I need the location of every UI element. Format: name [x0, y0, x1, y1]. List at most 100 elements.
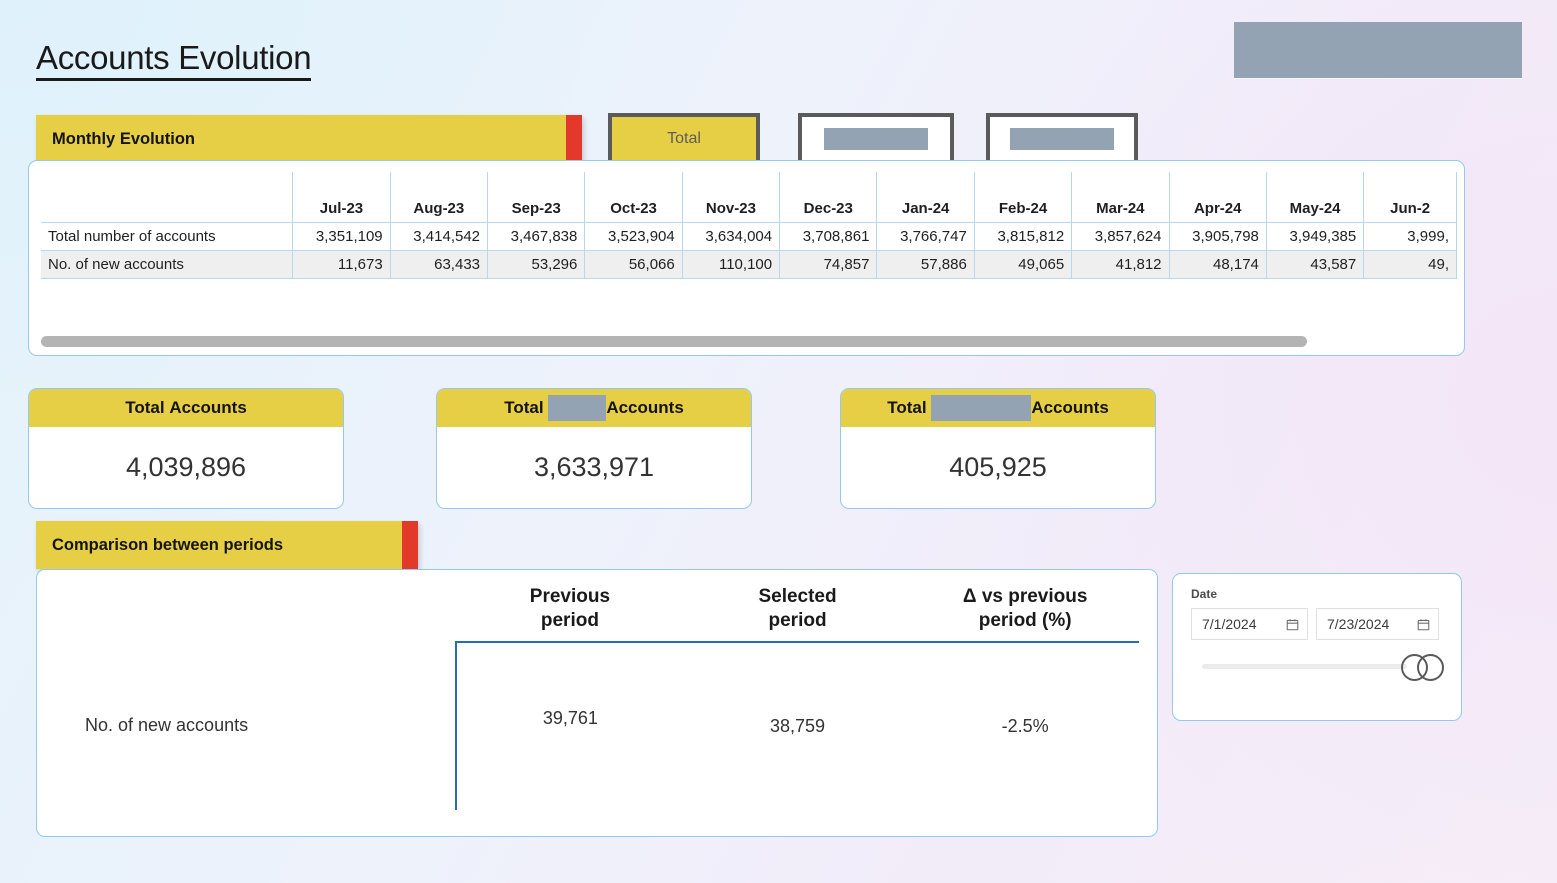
header-line-1: Δ vs previous — [962, 586, 1088, 607]
header-line-1: Selected — [758, 586, 837, 607]
matrix-cell: 41,812 — [1071, 250, 1170, 279]
table-row: Total number of accounts 3,351,109 3,414… — [41, 222, 1457, 251]
date-range-slider-track[interactable] — [1202, 664, 1407, 669]
calendar-icon[interactable] — [1417, 618, 1430, 631]
kpi-title-suffix: Accounts — [606, 398, 684, 417]
comparison-banner-label: Comparison between periods — [52, 535, 284, 554]
matrix-col-header[interactable]: Jan-24 — [876, 172, 975, 223]
matrix-col-header[interactable]: May-24 — [1266, 172, 1365, 223]
date-slicer-label: Date — [1191, 587, 1218, 601]
matrix-col-header[interactable]: Feb-24 — [974, 172, 1073, 223]
kpi-title-prefix: Total — [125, 398, 165, 417]
kpi-card-total-accounts-header: Total Accounts — [29, 389, 343, 427]
matrix-col-header[interactable]: Sep-23 — [487, 172, 586, 223]
page-title: Accounts Evolution — [36, 40, 312, 81]
banner-accent-strip — [402, 521, 418, 569]
kpi-title-prefix: Total — [887, 398, 927, 417]
table-header-row: Previous period Selected period Δ vs pre… — [55, 584, 1139, 643]
monthly-evolution-banner-label: Monthly Evolution — [52, 129, 195, 148]
matrix-cell: 56,066 — [584, 250, 683, 279]
matrix-cell: 49,065 — [974, 250, 1073, 279]
matrix-cell: 3,999, — [1363, 222, 1457, 251]
comparison-cell-previous-period: 39,761 — [455, 641, 684, 810]
kpi-title-redaction-block — [548, 395, 607, 421]
kpi-card-redacted-accounts-2: Total Accounts 405,925 — [840, 388, 1156, 509]
matrix-col-header[interactable]: Apr-24 — [1169, 172, 1267, 223]
matrix-cell: 3,467,838 — [487, 222, 586, 251]
date-slicer-card: Date 7/1/2024 7/23/2024 — [1172, 573, 1462, 721]
matrix-cell: 3,905,798 — [1169, 222, 1267, 251]
matrix-cell: 3,708,861 — [779, 222, 878, 251]
banner-accent-strip — [566, 115, 582, 163]
comparison-corner-cell — [55, 584, 456, 642]
matrix-col-header[interactable]: Oct-23 — [584, 172, 683, 223]
kpi-card-redacted-accounts-1-value: 3,633,971 — [533, 451, 655, 482]
matrix-cell: 3,351,109 — [292, 222, 391, 251]
kpi-card-total-accounts-value: 4,039,896 — [125, 451, 247, 482]
matrix-col-header[interactable]: Mar-24 — [1071, 172, 1170, 223]
kpi-card-redacted-accounts-2-value: 405,925 — [949, 451, 1047, 482]
date-range-slider-handle-end[interactable] — [1417, 654, 1444, 681]
matrix-col-header[interactable]: Jun-2 — [1363, 172, 1457, 223]
calendar-icon[interactable] — [1286, 618, 1299, 631]
comparison-cell-delta-vs-previous: -2.5% — [1001, 715, 1049, 736]
matrix-cell: 3,766,747 — [876, 222, 975, 251]
matrix-corner-cell — [41, 172, 294, 223]
kpi-card-redacted-accounts-2-header: Total Accounts — [841, 389, 1155, 427]
matrix-cell: 3,634,004 — [682, 222, 781, 251]
comparison-col-header-delta: Δ vs previous period (%) — [911, 584, 1139, 643]
matrix-cell: 43,587 — [1266, 250, 1365, 279]
filter-button-redacted-1-label-block — [824, 128, 928, 150]
table-header-row: Jul-23 Aug-23 Sep-23 Oct-23 Nov-23 Dec-2… — [41, 172, 1457, 223]
logo-redaction-block — [1234, 22, 1522, 78]
matrix-cell: 110,100 — [682, 250, 781, 279]
kpi-card-redacted-accounts-1: Total Accounts 3,633,971 — [436, 388, 752, 509]
header-line-2: period — [768, 609, 827, 631]
table-row: No. of new accounts 11,673 63,433 53,296… — [41, 250, 1457, 279]
matrix-cell: 11,673 — [292, 250, 391, 279]
table-row: No. of new accounts 39,761 38,759 -2.5% — [55, 641, 1139, 810]
kpi-title-suffix: Accounts — [1031, 398, 1109, 417]
filter-button-redacted-2[interactable] — [986, 113, 1138, 165]
matrix-row-label: Total number of accounts — [41, 222, 294, 251]
comparison-table-card: Previous period Selected period Δ vs pre… — [36, 569, 1158, 837]
matrix-row-label: No. of new accounts — [41, 250, 294, 279]
matrix-cell: 48,174 — [1169, 250, 1267, 279]
date-start-value: 7/1/2024 — [1202, 616, 1257, 632]
date-end-input[interactable]: 7/23/2024 — [1316, 608, 1439, 640]
comparison-col-header-previous-period: Previous period — [456, 584, 684, 643]
header-line-2: period — [540, 609, 599, 631]
monthly-evolution-matrix-card: Jul-23 Aug-23 Sep-23 Oct-23 Nov-23 Dec-2… — [28, 160, 1465, 356]
filter-button-total[interactable]: Total — [608, 113, 760, 165]
date-start-input[interactable]: 7/1/2024 — [1191, 608, 1308, 640]
kpi-title-suffix: Accounts — [169, 398, 247, 417]
matrix-cell: 74,857 — [779, 250, 878, 279]
kpi-card-redacted-accounts-1-header: Total Accounts — [437, 389, 751, 427]
matrix-cell: 3,523,904 — [584, 222, 683, 251]
filter-button-total-label: Total — [667, 130, 701, 147]
comparison-between-periods-banner: Comparison between periods — [36, 521, 418, 569]
header-line-1: Previous — [529, 586, 611, 607]
matrix-cell: 53,296 — [487, 250, 586, 279]
matrix-scroll-viewport[interactable]: Jul-23 Aug-23 Sep-23 Oct-23 Nov-23 Dec-2… — [41, 172, 1457, 294]
matrix-cell: 63,433 — [390, 250, 489, 279]
monthly-evolution-banner: Monthly Evolution — [36, 115, 582, 163]
matrix-col-header[interactable]: Aug-23 — [390, 172, 489, 223]
filter-button-redacted-2-label-block — [1010, 128, 1114, 150]
comparison-col-header-selected-period: Selected period — [683, 584, 912, 643]
matrix-cell: 57,886 — [876, 250, 975, 279]
kpi-title-redaction-block — [931, 395, 1032, 421]
matrix-cell: 3,815,812 — [974, 222, 1073, 251]
matrix-col-header[interactable]: Dec-23 — [779, 172, 878, 223]
kpi-card-total-accounts: Total Accounts 4,039,896 — [28, 388, 344, 509]
filter-button-redacted-1[interactable] — [798, 113, 954, 165]
matrix-col-header[interactable]: Jul-23 — [292, 172, 391, 223]
matrix-cell: 3,414,542 — [390, 222, 489, 251]
comparison-cell-selected-period: 38,759 — [770, 715, 826, 736]
matrix-col-header[interactable]: Nov-23 — [682, 172, 781, 223]
matrix-horizontal-scrollbar-thumb[interactable] — [41, 336, 1307, 347]
kpi-title-prefix: Total — [504, 398, 544, 417]
monthly-evolution-table: Jul-23 Aug-23 Sep-23 Oct-23 Nov-23 Dec-2… — [41, 172, 1457, 279]
comparison-table: Previous period Selected period Δ vs pre… — [55, 584, 1139, 810]
date-end-value: 7/23/2024 — [1327, 616, 1390, 632]
